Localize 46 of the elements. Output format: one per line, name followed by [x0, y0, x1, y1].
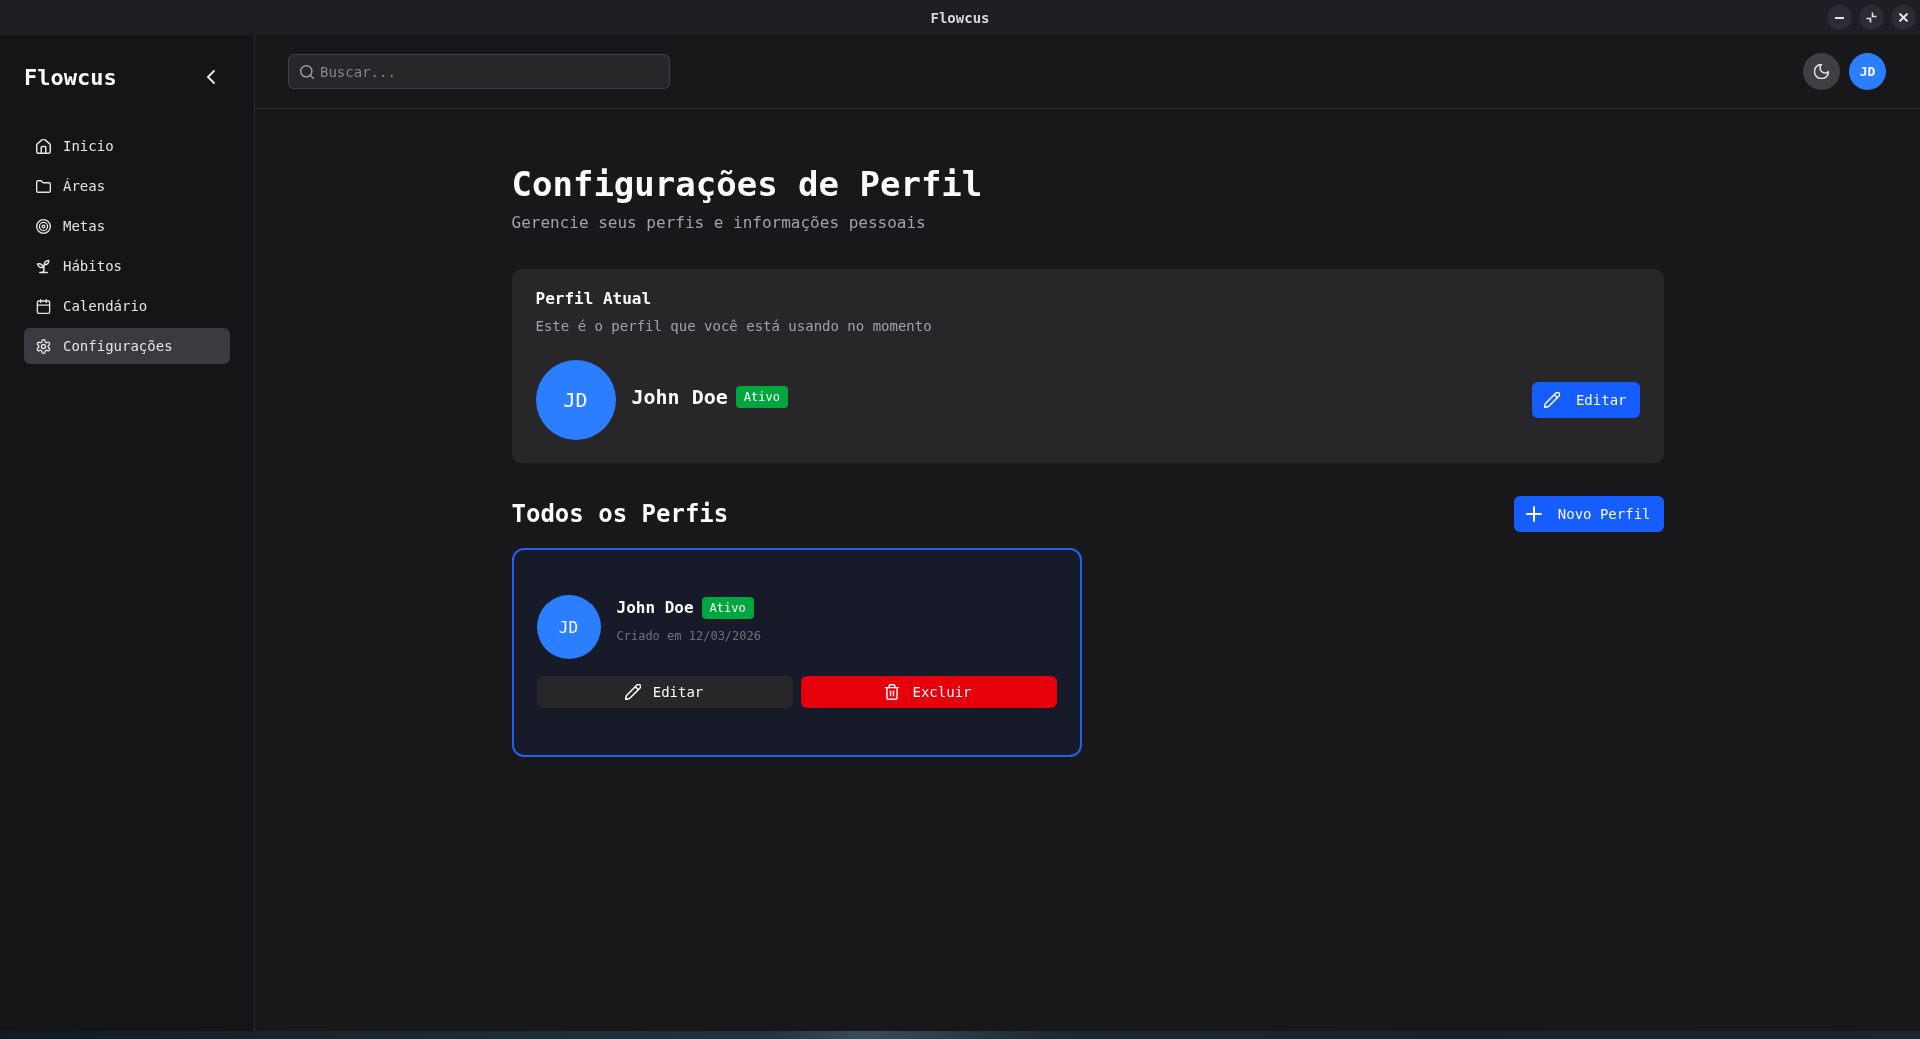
target-icon — [36, 218, 51, 234]
restore-button[interactable] — [1859, 5, 1884, 30]
card-description: Este é o perfil que você está usando no momento — [535, 317, 933, 336]
edit-profile-button[interactable]: Editar — [1531, 382, 1640, 418]
window-title: Flowcus — [930, 9, 990, 26]
profile-avatar: JD — [536, 595, 601, 659]
trash-icon — [884, 684, 901, 700]
section-title: Todos os Perfis — [511, 499, 729, 530]
moon-icon — [1814, 64, 1829, 79]
folder-icon — [36, 178, 51, 194]
plus-icon — [1525, 506, 1542, 522]
calendar-icon — [36, 298, 51, 314]
search-field[interactable]: Buscar... — [288, 54, 670, 89]
app-logo: Flowcus — [24, 64, 117, 90]
sidebar-nav-item[interactable]: Inicio — [24, 128, 230, 164]
gear-icon — [36, 338, 51, 354]
minimize-icon — [1835, 16, 1844, 19]
sprout-icon — [36, 258, 51, 274]
user-avatar[interactable]: JD — [1849, 53, 1886, 90]
search-icon — [300, 64, 314, 79]
pencil-icon — [624, 684, 641, 700]
house-icon — [36, 138, 51, 154]
status-badge: Ativo — [735, 386, 788, 408]
status-badge: Ativo — [701, 597, 754, 619]
delete-button[interactable]: Excluir — [800, 676, 1057, 708]
restore-icon — [1866, 12, 1877, 23]
sidebar-nav-item[interactable]: Hábitos — [24, 248, 230, 284]
created-date: Criado em 12/03/2026 — [616, 628, 761, 644]
profile-name: John Doe — [616, 597, 694, 619]
sidebar-nav-item[interactable]: Áreas — [24, 168, 230, 204]
profile-card[interactable]: JD John Doe Ativo Criado em 12/03/2026 Editar Excluir — [511, 548, 1082, 757]
close-button[interactable] — [1891, 5, 1916, 30]
sidebar-nav-item[interactable]: Metas — [24, 208, 230, 244]
page-subtitle: Gerencie seus perfis e informações pessoais — [511, 212, 927, 234]
sidebar-nav-item[interactable]: Calendário — [24, 288, 230, 324]
pencil-icon — [1543, 392, 1560, 408]
close-icon — [1899, 13, 1908, 22]
card-title: Perfil Atual — [535, 289, 653, 309]
theme-toggle-button[interactable] — [1803, 53, 1840, 90]
sidebar-nav-item[interactable]: Configurações — [24, 328, 230, 364]
profile-avatar: JD — [535, 360, 616, 440]
minimize-button[interactable] — [1827, 5, 1852, 30]
page-title: Configurações de Perfil — [511, 164, 984, 205]
edit-button[interactable]: Editar — [536, 676, 793, 708]
profile-name: John Doe — [631, 384, 728, 411]
new-profile-button[interactable]: Novo Perfil — [1513, 496, 1664, 532]
